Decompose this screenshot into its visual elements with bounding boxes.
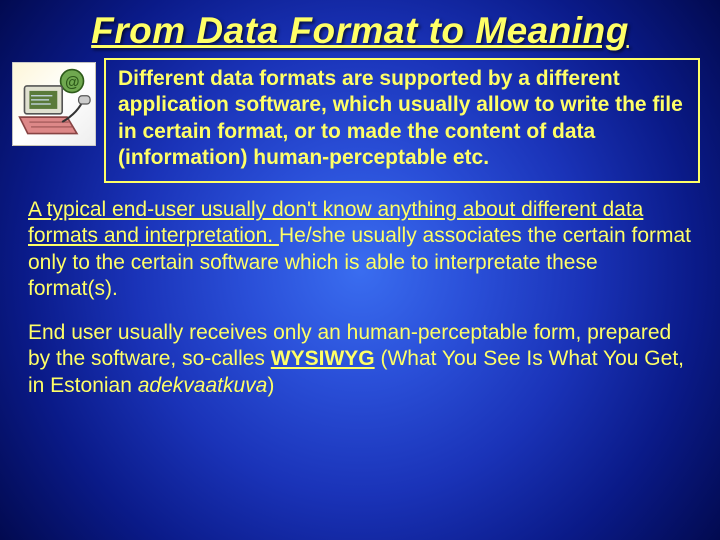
slide-title: From Data Format to Meaning (0, 0, 720, 58)
p2-part-d: ) (267, 374, 274, 397)
paragraph-1: A typical end-user usually don't know an… (28, 197, 692, 302)
box-text: Different data formats are supported by … (118, 67, 683, 169)
slide: From Data Format to Meaning @ Different … (0, 0, 720, 540)
highlight-box: Different data formats are supported by … (104, 58, 700, 183)
svg-text:@: @ (65, 75, 79, 91)
body-text: A typical end-user usually don't know an… (0, 183, 720, 399)
intro-row: @ Different data formats are supported b… (0, 58, 720, 183)
estonian-term: adekvaatkuva (138, 374, 268, 397)
paragraph-2: End user usually receives only an human-… (28, 320, 692, 399)
wysiwyg-term: WYSIWYG (271, 347, 375, 370)
clipart-computer-icon: @ (12, 62, 96, 146)
